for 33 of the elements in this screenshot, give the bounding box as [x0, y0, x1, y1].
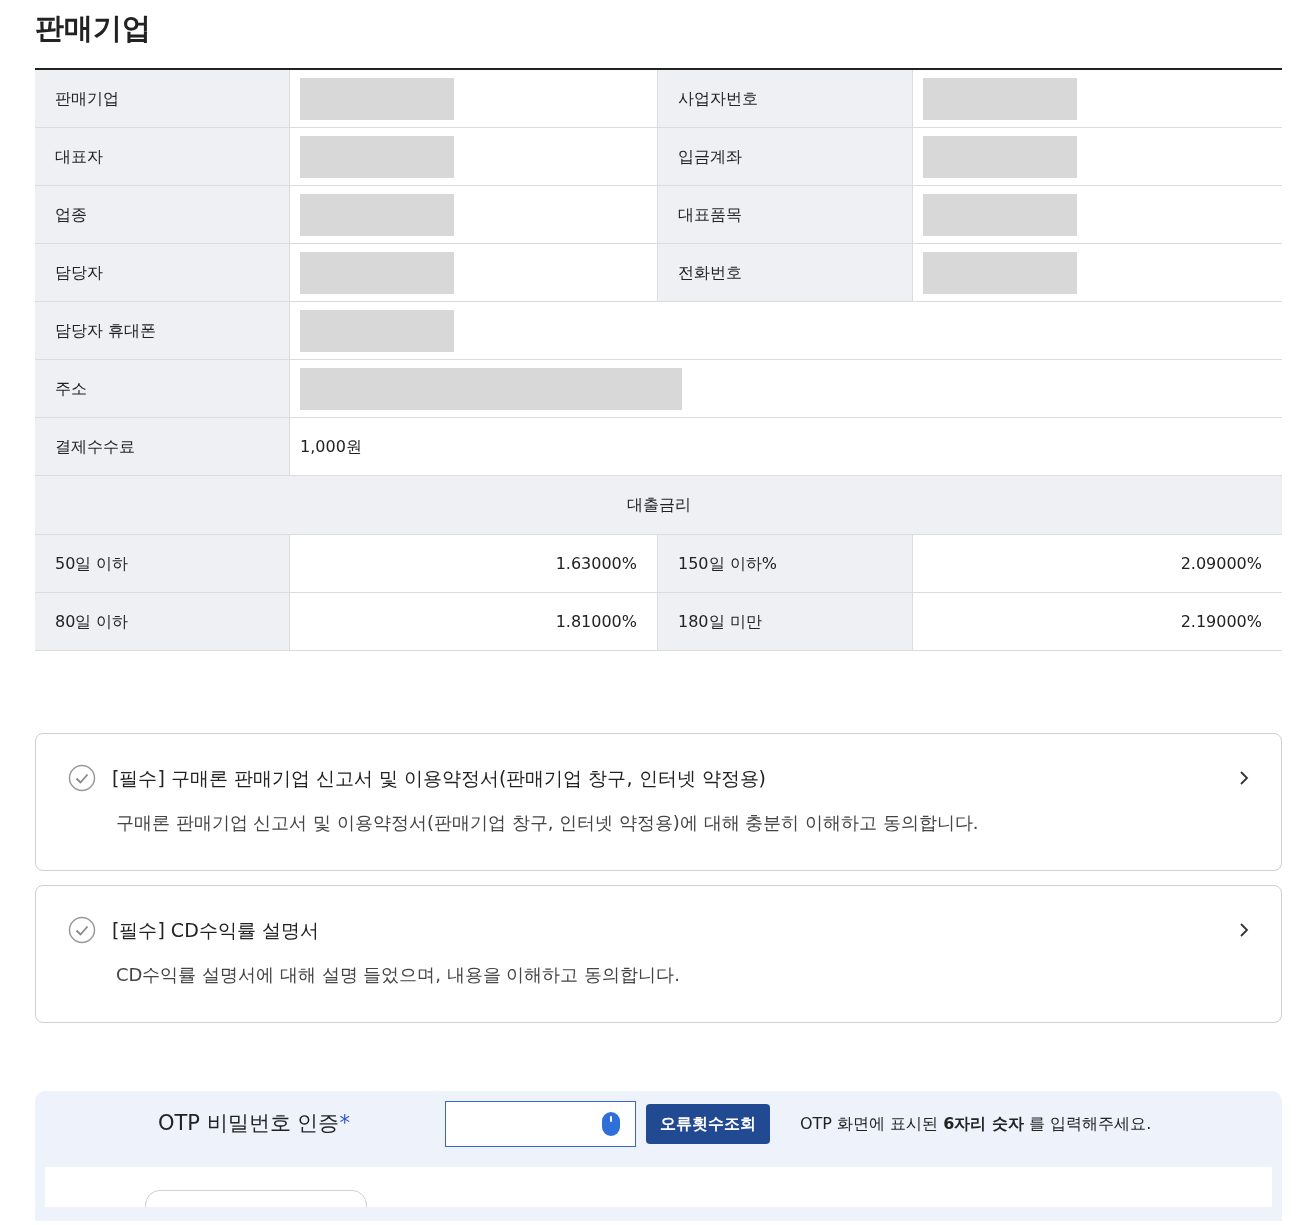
rate-label: 80일 이하 [35, 593, 290, 651]
agreement-card[interactable]: [필수] 구매론 판매기업 신고서 및 이용약정서(판매기업 창구, 인터넷 약정용) 구매론 판매기업 신고서 및 이용약정서(판매기업 창구, 인터넷 약정용)에 대해 충분히 이해하고 동의합니다. [35, 733, 1282, 871]
page-title: 판매기업 [35, 10, 152, 47]
section-heading: 대출금리 [35, 476, 1282, 535]
chevron-right-icon[interactable] [1239, 922, 1249, 939]
rate-label: 150일 이하% [658, 535, 913, 593]
otp-input-field[interactable] [445, 1101, 636, 1147]
rate-value: 2.19000% [913, 593, 1282, 651]
field-label: 전화번호 [658, 244, 913, 302]
agreement-description: 구매론 판매기업 신고서 및 이용약정서(판매기업 창구, 인터넷 약정용)에 대해 충분히 이해하고 동의합니다. [116, 810, 980, 835]
check-circle-icon[interactable] [68, 916, 96, 945]
rate-value: 2.09000% [913, 535, 1282, 593]
field-label: 입금계좌 [658, 128, 913, 186]
agreement-title: [필수] 구매론 판매기업 신고서 및 이용약정서(판매기업 창구, 인터넷 약정용) [112, 766, 767, 791]
agreement-title: [필수] CD수익률 설명서 [112, 918, 320, 943]
field-label: 담당자 휴대폰 [35, 302, 290, 360]
otp-label: OTP 비밀번호 인증* [157, 1110, 351, 1138]
otp-hint: OTP 화면에 표시된 6자리 숫자 를 입력해주세요. [800, 1113, 1152, 1135]
field-label: 대표자 [35, 128, 290, 186]
agreement-description: CD수익률 설명서에 대해 설명 들었으며, 내용을 이해하고 동의합니다. [116, 962, 681, 987]
field-label: 판매기업 [35, 70, 290, 128]
field-label: 담당자 [35, 244, 290, 302]
rate-label: 50일 이하 [35, 535, 290, 593]
field-label: 결제수수료 [35, 418, 290, 476]
chevron-right-icon[interactable] [1239, 770, 1249, 787]
field-label: 대표품목 [658, 186, 913, 244]
field-label: 주소 [35, 360, 290, 418]
check-circle-icon[interactable] [68, 764, 96, 793]
error-count-button[interactable]: 오류횟수조회 [646, 1104, 770, 1144]
agreement-card[interactable]: [필수] CD수익률 설명서 CD수익률 설명서에 대해 설명 들었으며, 내용을 이해하고 동의합니다. [35, 885, 1282, 1023]
field-label: 사업자번호 [658, 70, 913, 128]
field-label: 업종 [35, 186, 290, 244]
rate-label: 180일 미만 [658, 593, 913, 651]
